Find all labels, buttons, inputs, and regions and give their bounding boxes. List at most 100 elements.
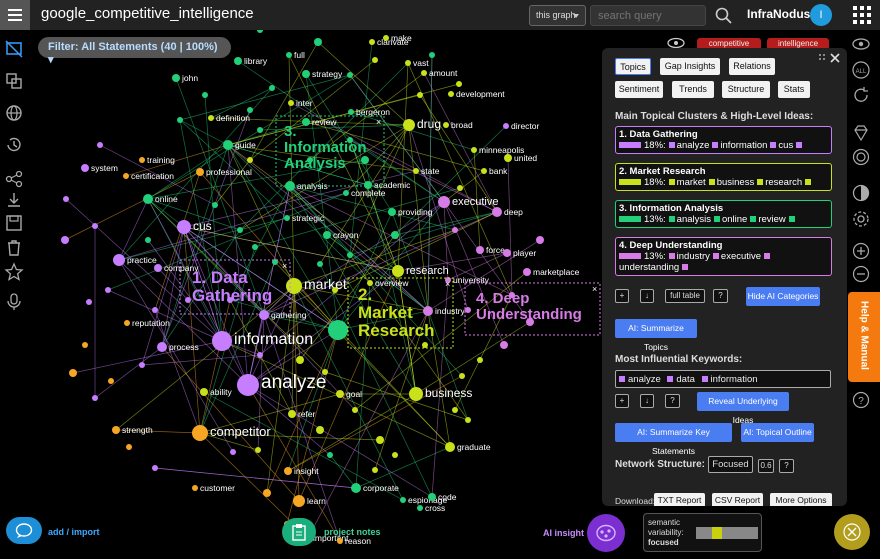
download-topics-button[interactable]: ↓ [640, 289, 654, 303]
node-reason[interactable] [337, 538, 343, 544]
graph-node[interactable] [500, 341, 508, 349]
node-full[interactable] [286, 52, 292, 58]
layers-icon[interactable] [4, 71, 24, 91]
node-amount[interactable] [421, 70, 427, 76]
node-minneapolis[interactable] [471, 147, 477, 153]
node-information[interactable] [212, 331, 232, 351]
cluster-label[interactable]: 3. Information Analysis [284, 123, 367, 172]
node-definition[interactable] [208, 115, 214, 121]
search-input[interactable] [590, 5, 706, 26]
graph-node[interactable] [126, 444, 132, 450]
node-certification[interactable] [123, 173, 129, 179]
avatar[interactable]: I [810, 4, 832, 26]
graph-node[interactable] [86, 299, 92, 305]
node-gathering[interactable] [259, 310, 269, 320]
node-espionage[interactable] [400, 497, 406, 503]
node-john[interactable] [172, 74, 180, 82]
hide-text-icon[interactable] [4, 39, 24, 59]
node-market[interactable] [286, 278, 302, 294]
topic-card[interactable]: 1. Data Gathering 18%: analyze information c… [615, 126, 832, 154]
all-nodes-icon[interactable]: ALL [852, 61, 870, 79]
cluster-close-icon[interactable]: × [282, 261, 287, 271]
graph-node[interactable] [97, 142, 103, 148]
graph-node[interactable] [347, 72, 353, 78]
node-strategic[interactable] [284, 215, 290, 221]
graph-node[interactable] [465, 307, 471, 313]
node-data[interactable] [328, 320, 348, 340]
graph-node[interactable] [372, 57, 378, 63]
menu-icon[interactable] [0, 0, 30, 30]
node-training[interactable] [139, 157, 145, 163]
node-bergeron[interactable] [348, 109, 354, 115]
history-icon[interactable] [4, 135, 24, 155]
target-icon[interactable] [852, 148, 870, 166]
graph-node[interactable] [257, 30, 263, 33]
project-notes-button[interactable] [282, 518, 316, 546]
graph-node[interactable] [347, 252, 353, 258]
save-icon[interactable] [4, 213, 24, 233]
summarize-statements-button[interactable]: AI: Summarize Key Statements [615, 423, 732, 456]
full-table-button[interactable]: full table [665, 289, 705, 303]
graph-node[interactable] [263, 489, 271, 497]
keywords-help-button[interactable]: ? [665, 394, 680, 408]
graph-node[interactable] [452, 227, 458, 233]
graph-node[interactable] [429, 52, 435, 58]
tab-structure[interactable]: Structure [722, 81, 770, 98]
node-bank[interactable] [481, 168, 487, 174]
graph-node[interactable] [252, 244, 258, 250]
statement-filter[interactable]: Filter: All Statements (40 | 100%) ▾ [38, 37, 231, 66]
topics-help-button[interactable]: ? [713, 289, 728, 303]
topic-card[interactable]: 3. Information Analysis 13%: analysis onlin… [615, 200, 832, 228]
graph-node[interactable] [332, 287, 338, 293]
node-company[interactable] [154, 264, 162, 272]
semantic-variability-widget[interactable]: semantic variability: focused [643, 513, 762, 552]
zoom-in-icon[interactable] [852, 242, 870, 260]
node-director[interactable] [503, 123, 509, 129]
graph-node[interactable] [108, 378, 114, 384]
graph-node[interactable] [257, 127, 263, 133]
graph-node[interactable] [255, 447, 261, 453]
tab-relations[interactable]: Relations [729, 58, 775, 75]
node-player[interactable] [503, 249, 511, 257]
node-guide[interactable] [223, 140, 233, 150]
drag-handle-icon[interactable] [818, 53, 826, 63]
close-overlay-button[interactable] [834, 514, 870, 550]
graph-scope-select[interactable]: this graph [529, 5, 586, 26]
node-drug[interactable] [403, 119, 415, 131]
topical-outline-button[interactable]: AI: Topical Outline [741, 423, 814, 442]
node-customer[interactable] [192, 485, 198, 491]
graph-node[interactable] [314, 38, 322, 46]
node-system[interactable] [81, 164, 89, 172]
graph-node[interactable] [82, 342, 88, 348]
tab-sentiment[interactable]: Sentiment [615, 81, 663, 98]
expand-topics-button[interactable]: + [615, 289, 629, 303]
graph-node[interactable] [105, 287, 111, 293]
graph-node[interactable] [237, 227, 243, 233]
cluster-label[interactable]: 4. Deep Understanding [476, 290, 582, 323]
node-executive[interactable] [438, 196, 450, 208]
graph-node[interactable] [185, 297, 191, 303]
node-make[interactable] [383, 35, 389, 41]
node-competitor[interactable] [192, 425, 208, 441]
graph-node[interactable] [372, 467, 378, 473]
more-options-button[interactable]: More Options [770, 493, 832, 506]
node-vast[interactable] [405, 60, 411, 66]
topic-card[interactable]: 2. Market Research 18%: market business rese… [615, 163, 832, 191]
node-refer[interactable] [288, 410, 296, 418]
graph-node[interactable] [202, 92, 208, 98]
node-analyze[interactable] [237, 374, 259, 396]
contrast-icon[interactable] [852, 184, 870, 202]
cluster-close-icon[interactable]: × [592, 284, 597, 294]
node-practice[interactable] [113, 254, 125, 266]
tab-trends[interactable]: Trends [672, 81, 714, 98]
node-clarivate[interactable] [369, 39, 375, 45]
node-online[interactable] [143, 194, 153, 204]
graph-node[interactable] [456, 81, 462, 87]
graph-node[interactable] [269, 85, 275, 91]
graph-node[interactable] [145, 237, 151, 243]
graph-node[interactable] [152, 465, 158, 471]
topic-card[interactable]: 4. Deep Understanding 13%: industry executi… [615, 237, 832, 276]
cluster-label[interactable]: 1. Data Gathering [192, 268, 272, 305]
node-business[interactable] [409, 387, 423, 401]
cluster-close-icon[interactable]: × [376, 117, 381, 127]
